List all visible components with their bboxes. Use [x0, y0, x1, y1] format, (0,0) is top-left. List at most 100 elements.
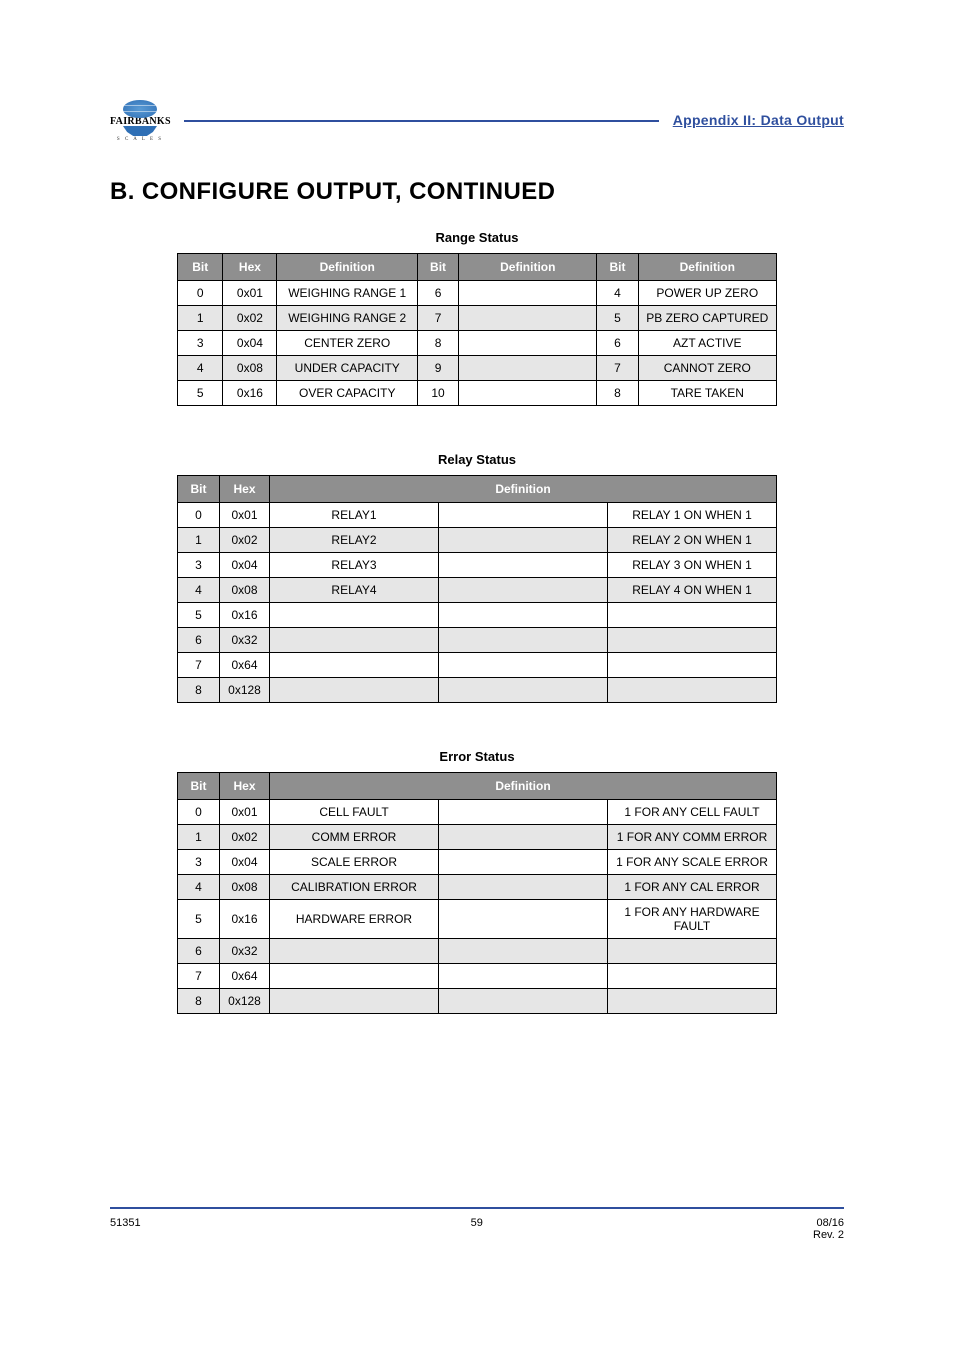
table-cell: 5	[178, 900, 220, 939]
table-cell: 0x128	[220, 989, 270, 1014]
table-cell	[439, 989, 608, 1014]
table-cell: POWER UP ZERO	[638, 281, 776, 306]
table-cell: 5	[178, 603, 220, 628]
table-cell: 4	[597, 281, 638, 306]
table-header-row: Bit Hex Definition	[178, 773, 777, 800]
table-cell: TARE TAKEN	[638, 381, 776, 406]
table-cell: 0x08	[223, 356, 277, 381]
table-cell: WEIGHING RANGE 1	[277, 281, 418, 306]
table-cell: 1	[178, 528, 220, 553]
brand-subtitle: S C A L E S	[110, 137, 170, 142]
table-cell	[459, 381, 597, 406]
table-cell: 0x128	[220, 678, 270, 703]
table-row: 60x32	[178, 628, 777, 653]
footer-revision: 08/16 Rev. 2	[813, 1217, 844, 1241]
table-cell	[608, 939, 777, 964]
table-row: 00x01CELL FAULT1 FOR ANY CELL FAULT	[178, 800, 777, 825]
table-cell: COMM ERROR	[270, 825, 439, 850]
table-row: 50x16OVER CAPACITY108TARE TAKEN	[178, 381, 777, 406]
table-cell: 7	[418, 306, 459, 331]
table-cell	[270, 964, 439, 989]
table-cell	[608, 964, 777, 989]
table-row: 00x01WEIGHING RANGE 164POWER UP ZERO	[178, 281, 777, 306]
table-cell: 1 FOR ANY CELL FAULT	[608, 800, 777, 825]
table-cell	[439, 578, 608, 603]
table-cell: CALIBRATION ERROR	[270, 875, 439, 900]
table-header-row: Bit Hex Definition Bit Definition Bit De…	[178, 254, 777, 281]
table-cell: PB ZERO CAPTURED	[638, 306, 776, 331]
table-cell: RELAY3	[270, 553, 439, 578]
table-cell	[270, 989, 439, 1014]
error-status-table: Bit Hex Definition 00x01CELL FAULT1 FOR …	[177, 772, 777, 1014]
table-cell: 8	[178, 678, 220, 703]
table-cell	[608, 989, 777, 1014]
table-cell: RELAY4	[270, 578, 439, 603]
table-row: 30x04SCALE ERROR1 FOR ANY SCALE ERROR	[178, 850, 777, 875]
table-cell: RELAY 3 ON WHEN 1	[608, 553, 777, 578]
table-cell	[439, 964, 608, 989]
range-status-table: Bit Hex Definition Bit Definition Bit De…	[177, 253, 777, 406]
table-cell: 1	[178, 306, 223, 331]
table-cell	[270, 653, 439, 678]
table-cell	[270, 678, 439, 703]
table-cell	[439, 653, 608, 678]
table-cell: 8	[178, 989, 220, 1014]
globe-icon	[123, 100, 157, 118]
table-row: 80x128	[178, 989, 777, 1014]
table-cell	[608, 628, 777, 653]
relay-status-body: 00x01RELAY1RELAY 1 ON WHEN 110x02RELAY2R…	[178, 503, 777, 703]
table-cell: 1 FOR ANY SCALE ERROR	[608, 850, 777, 875]
table-cell: AZT ACTIVE	[638, 331, 776, 356]
table-cell: 0x08	[220, 578, 270, 603]
ribbon-icon	[123, 126, 157, 136]
col-def: Definition	[270, 476, 777, 503]
table-cell: 5	[178, 381, 223, 406]
table-cell	[439, 503, 608, 528]
table-row: 40x08CALIBRATION ERROR1 FOR ANY CAL ERRO…	[178, 875, 777, 900]
table-cell: 1	[178, 825, 220, 850]
table-cell	[439, 553, 608, 578]
table-cell: 7	[597, 356, 638, 381]
table-cell: RELAY1	[270, 503, 439, 528]
table-cell: 0x04	[220, 850, 270, 875]
relay-status-table: Bit Hex Definition 00x01RELAY1RELAY 1 ON…	[177, 475, 777, 703]
table-cell	[439, 628, 608, 653]
table-cell: RELAY 1 ON WHEN 1	[608, 503, 777, 528]
table-cell: CANNOT ZERO	[638, 356, 776, 381]
table-row: 50x16HARDWARE ERROR1 FOR ANY HARDWARE FA…	[178, 900, 777, 939]
table-cell: 0x04	[220, 553, 270, 578]
table-cell	[459, 331, 597, 356]
table-cell: 10	[418, 381, 459, 406]
table-row: 40x08UNDER CAPACITY97CANNOT ZERO	[178, 356, 777, 381]
col-bit: Bit	[597, 254, 638, 281]
table-cell: 0	[178, 281, 223, 306]
table-cell: 0x08	[220, 875, 270, 900]
table-row: 60x32	[178, 939, 777, 964]
col-bit: Bit	[418, 254, 459, 281]
table-cell: 0x04	[223, 331, 277, 356]
table-row: 10x02COMM ERROR1 FOR ANY COMM ERROR	[178, 825, 777, 850]
col-hex: Hex	[223, 254, 277, 281]
table-cell: 6	[418, 281, 459, 306]
table-cell: 0x01	[220, 800, 270, 825]
table-cell: 1 FOR ANY COMM ERROR	[608, 825, 777, 850]
table-cell	[459, 356, 597, 381]
table-cell: 0x16	[220, 900, 270, 939]
table-cell: 0x32	[220, 628, 270, 653]
table-cell: 6	[178, 939, 220, 964]
table-cell: RELAY2	[270, 528, 439, 553]
table-cell	[608, 678, 777, 703]
table-row: 00x01RELAY1RELAY 1 ON WHEN 1	[178, 503, 777, 528]
table-cell	[439, 678, 608, 703]
table-cell	[270, 939, 439, 964]
footer-date: 08/16	[816, 1217, 844, 1229]
table-cell: 3	[178, 331, 223, 356]
table-cell: CELL FAULT	[270, 800, 439, 825]
table-cell: 0x64	[220, 653, 270, 678]
table-cell: 6	[597, 331, 638, 356]
table-cell	[459, 281, 597, 306]
table-cell: UNDER CAPACITY	[277, 356, 418, 381]
table-cell: HARDWARE ERROR	[270, 900, 439, 939]
table-cell: 4	[178, 875, 220, 900]
table-cell: RELAY 2 ON WHEN 1	[608, 528, 777, 553]
